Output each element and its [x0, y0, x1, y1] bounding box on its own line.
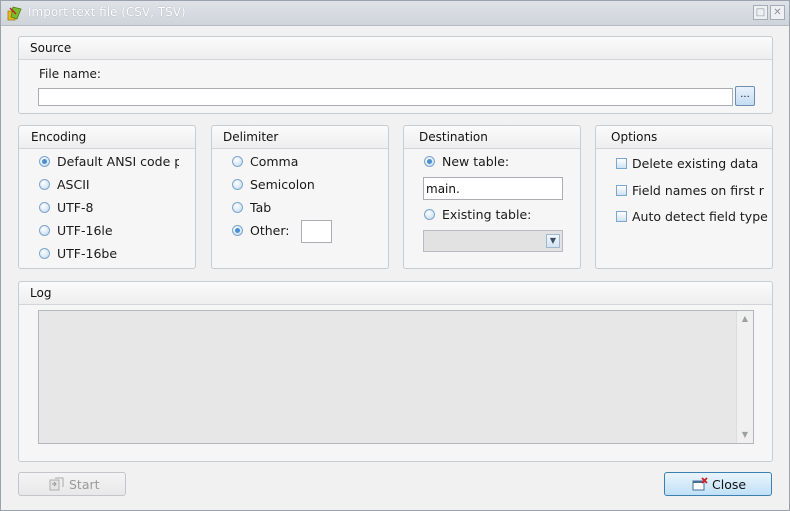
log-group-title: Log: [30, 286, 52, 300]
radio-checked-icon: [39, 156, 50, 167]
destination-option-existing-table[interactable]: Existing table:: [424, 207, 554, 225]
checkbox-icon: [616, 211, 627, 222]
options-list: Delete existing data Field names on firs…: [616, 156, 773, 236]
start-icon: [49, 477, 64, 491]
radio-icon: [39, 202, 50, 213]
destination-option-new-table[interactable]: New table:: [424, 154, 544, 172]
scroll-down-icon[interactable]: ▼: [737, 427, 753, 443]
app-icon: [7, 6, 22, 21]
file-name-label: File name:: [39, 67, 101, 81]
option-delete-existing-data[interactable]: Delete existing data: [616, 156, 773, 174]
checkbox-icon: [616, 185, 627, 196]
delimiter-group: Delimiter Comma Semicolon Tab Other:: [211, 125, 389, 269]
radio-icon: [39, 179, 50, 190]
other-delimiter-input[interactable]: [301, 220, 332, 243]
window-title: Import text file (CSV, TSV): [28, 5, 186, 19]
radio-icon: [424, 209, 435, 220]
checkbox-icon: [616, 158, 627, 169]
encoding-group-title: Encoding: [31, 130, 87, 144]
option-auto-detect-field-types[interactable]: Auto detect field type: [616, 209, 773, 227]
close-button[interactable]: Close: [664, 472, 772, 496]
radio-icon: [232, 202, 243, 213]
log-textarea[interactable]: ▲ ▼: [38, 310, 754, 444]
file-name-input[interactable]: [38, 88, 733, 106]
options-group: Options Delete existing data Field names…: [595, 125, 773, 269]
source-group-title: Source: [30, 41, 72, 55]
browse-button[interactable]: ...: [735, 86, 755, 106]
existing-table-select[interactable]: ▼: [423, 230, 563, 252]
radio-icon: [232, 179, 243, 190]
maximize-button[interactable]: □: [753, 5, 768, 20]
close-window-icon: [692, 477, 708, 491]
title-bar[interactable]: Import text file (CSV, TSV) □ ✕: [1, 1, 789, 26]
window-close-button[interactable]: ✕: [770, 5, 785, 20]
options-group-title: Options: [611, 130, 658, 144]
encoding-options: Default ANSI code pa ASCII UTF-8 UTF-16l…: [39, 154, 179, 266]
new-table-input[interactable]: [423, 177, 563, 200]
radio-icon: [39, 248, 50, 259]
log-group: Log ▲ ▼: [18, 281, 773, 462]
destination-group: Destination New table: Existing table: ▼: [403, 125, 581, 269]
start-button-label: Start: [69, 477, 100, 492]
ellipsis-icon: ...: [740, 89, 750, 100]
source-group: Source File name: ...: [18, 36, 773, 114]
radio-checked-icon: [232, 225, 243, 236]
radio-checked-icon: [424, 156, 435, 167]
delimiter-option-semicolon[interactable]: Semicolon: [232, 177, 352, 195]
delimiter-option-comma[interactable]: Comma: [232, 154, 352, 172]
import-dialog: Import text file (CSV, TSV) □ ✕ Source F…: [0, 0, 790, 511]
chevron-down-icon: ▼: [546, 234, 560, 248]
close-button-label: Close: [712, 477, 747, 492]
delimiter-option-other[interactable]: Other:: [232, 223, 302, 241]
encoding-group: Encoding Default ANSI code pa ASCII UTF-…: [18, 125, 196, 269]
scroll-up-icon[interactable]: ▲: [737, 311, 753, 327]
destination-group-title: Destination: [419, 130, 488, 144]
delimiter-group-title: Delimiter: [223, 130, 279, 144]
radio-icon: [39, 225, 50, 236]
log-scrollbar[interactable]: ▲ ▼: [736, 311, 753, 443]
option-field-names-first-row[interactable]: Field names on first r: [616, 183, 773, 201]
start-button[interactable]: Start: [18, 472, 126, 496]
radio-icon: [232, 156, 243, 167]
delimiter-option-tab[interactable]: Tab: [232, 200, 352, 218]
